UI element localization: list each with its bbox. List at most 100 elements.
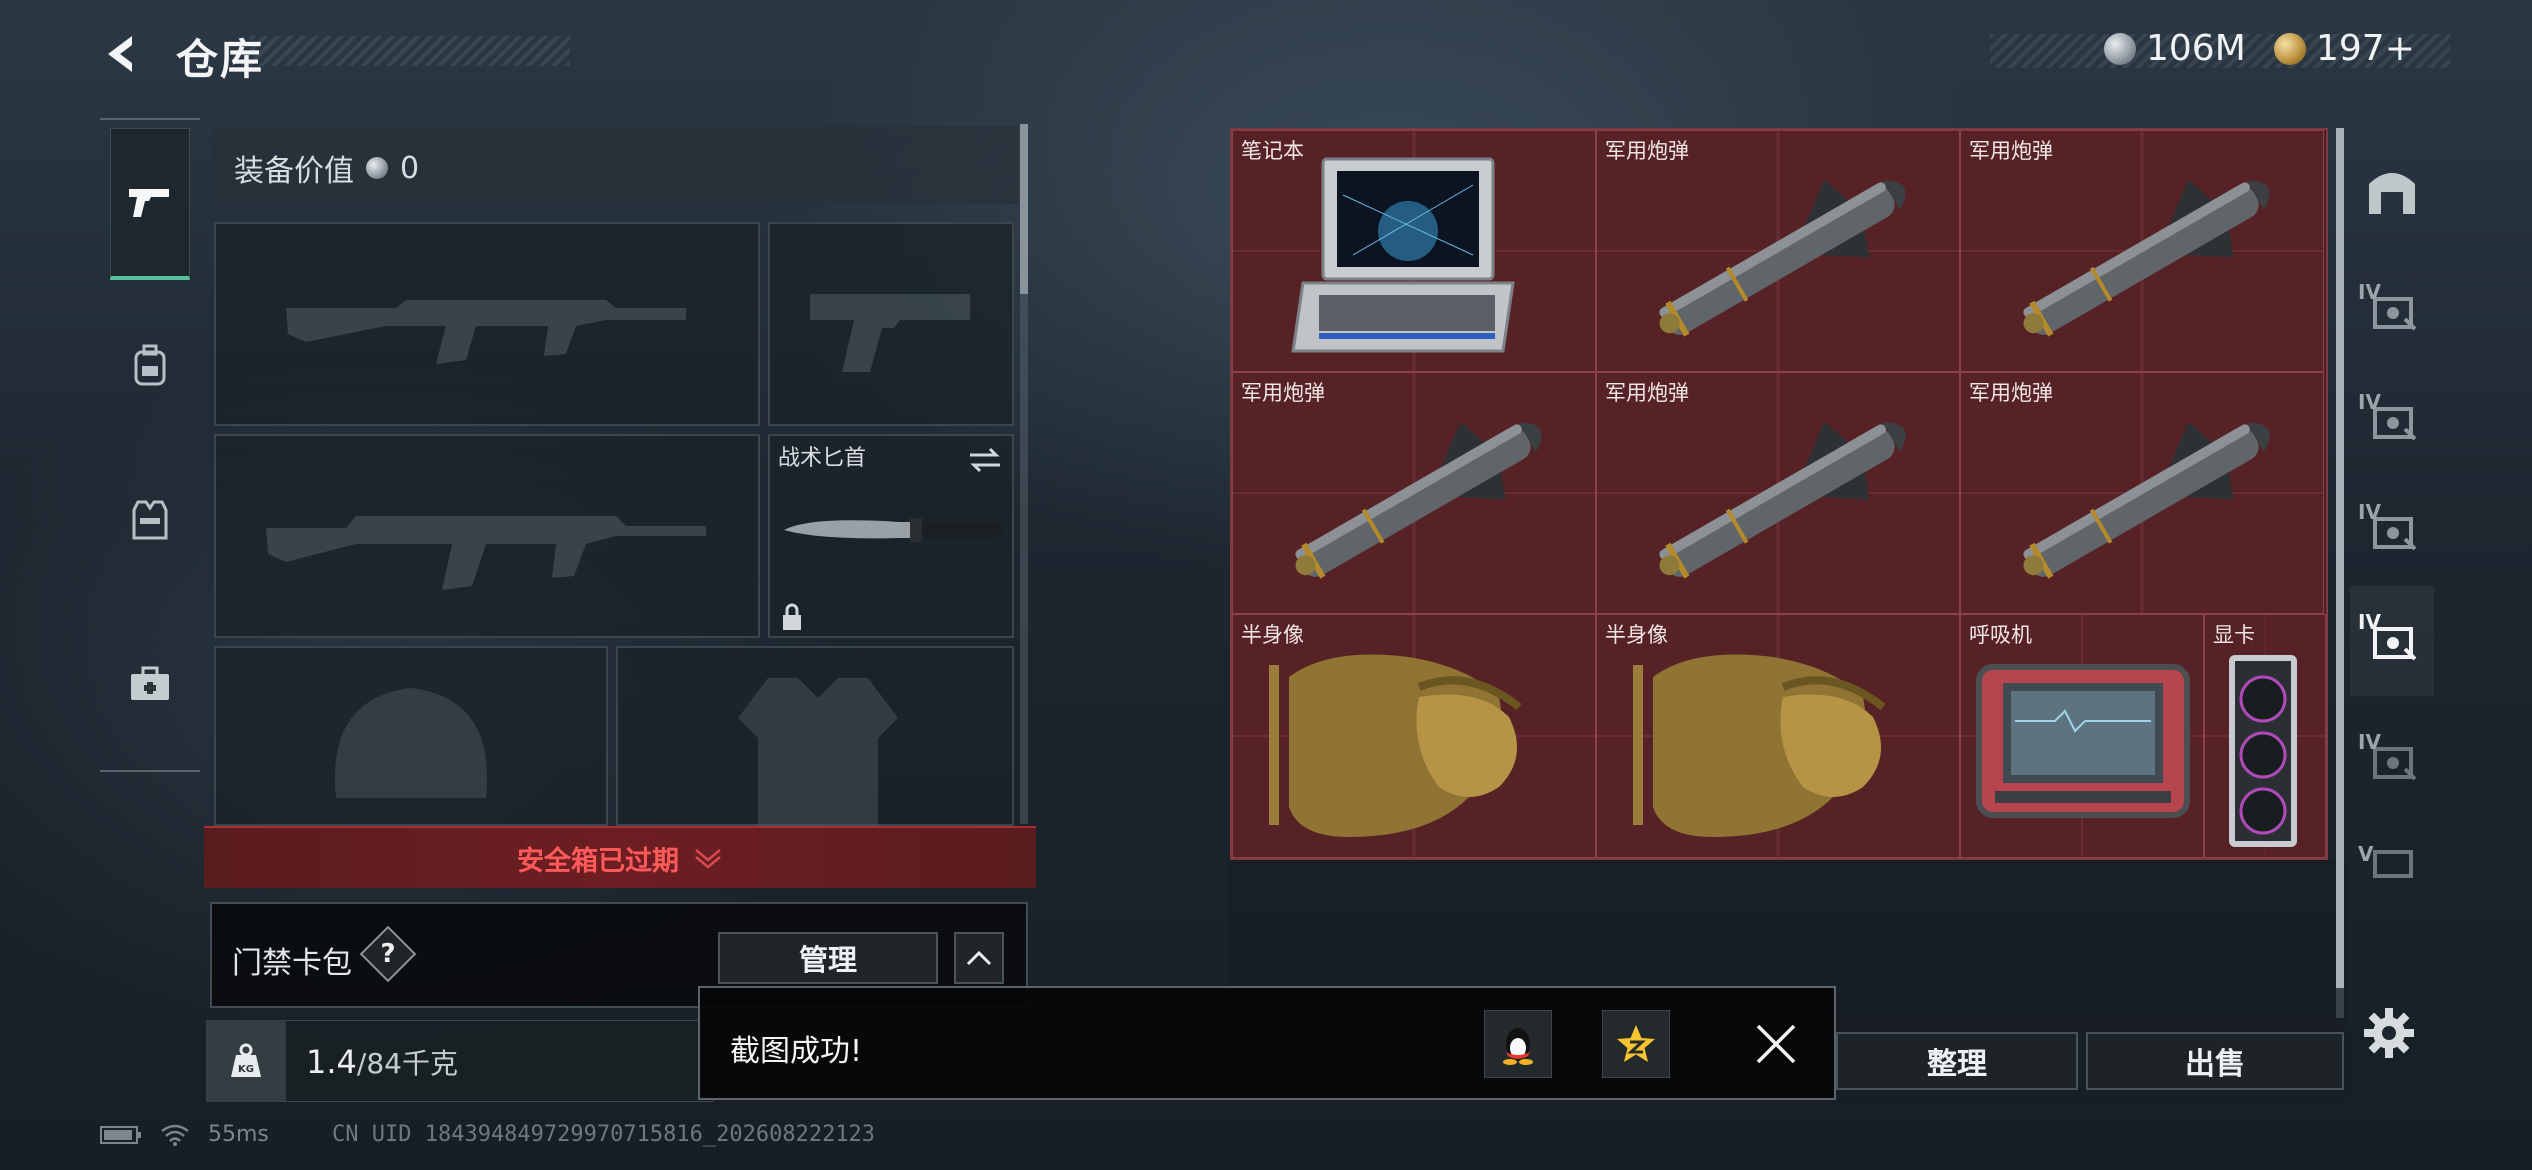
- missile-image: [1659, 179, 1906, 337]
- currency-silver-amount: 106M: [2146, 28, 2246, 69]
- close-icon[interactable]: [1748, 1016, 1804, 1072]
- stash-item-bust[interactable]: 半身像: [1232, 614, 1596, 858]
- category-slot-3[interactable]: IV: [2350, 476, 2434, 586]
- primary-weapon-slot[interactable]: [214, 222, 760, 426]
- currency-gold[interactable]: 197+: [2274, 28, 2415, 69]
- nav-divider-bottom: [100, 770, 200, 772]
- keycard-label: 门禁卡包: [232, 946, 352, 981]
- stash-grid: 笔记本 军用炮弹 军用炮弹 军用炮弹 军用炮弹 军用炮弹 半身像 半身像 呼吸机…: [1230, 128, 2328, 860]
- nav-medkit[interactable]: [112, 646, 188, 722]
- category-tag: IV: [2358, 610, 2381, 634]
- missile-image: [1295, 421, 1542, 579]
- category-slot-1[interactable]: IV: [2350, 256, 2434, 366]
- currency-gold-amount: 197+: [2316, 28, 2415, 69]
- knife-image: [784, 518, 1002, 542]
- weight-readout: 1.4/84千克: [306, 1042, 458, 1082]
- nav-weapons[interactable]: [110, 128, 190, 280]
- safe-box-banner[interactable]: 安全箱已过期: [204, 826, 1036, 888]
- bust-image: [1633, 654, 1886, 837]
- item-label: 显卡: [2213, 623, 2255, 647]
- category-tag: IV: [2358, 280, 2381, 304]
- missile-image: [1659, 421, 1906, 579]
- stash-item-shell[interactable]: 军用炮弹: [1960, 372, 2324, 614]
- category-slot-5[interactable]: IV: [2350, 706, 2434, 816]
- status-bar: 55ms: [100, 1122, 269, 1147]
- category-tag: V: [2358, 842, 2374, 866]
- stash-item-bust[interactable]: 半身像: [1596, 614, 1960, 858]
- ping-readout: 55ms: [208, 1122, 269, 1147]
- swap-arrows-icon[interactable]: [968, 446, 1002, 474]
- weight-capacity: /84千克: [356, 1047, 458, 1080]
- title-stripe: [250, 36, 570, 66]
- secondary-weapon-slot[interactable]: [214, 434, 760, 638]
- equip-value-label: 装备价值: [234, 154, 354, 189]
- sort-button[interactable]: 整理: [1836, 1032, 2078, 1090]
- medkit-case-icon: [131, 666, 169, 700]
- armor-slot[interactable]: [616, 646, 1014, 828]
- toast-message: 截图成功!: [730, 1034, 863, 1069]
- manage-button[interactable]: 管理: [718, 932, 938, 984]
- battery-icon: [100, 1125, 141, 1144]
- category-tag: IV: [2358, 730, 2381, 754]
- pistol-icon: [129, 188, 169, 217]
- item-label: 呼吸机: [1969, 623, 2032, 647]
- laptop-image: [1291, 157, 1515, 353]
- category-all[interactable]: [2350, 136, 2434, 246]
- qzone-star-icon: [1617, 1025, 1655, 1062]
- equip-value: 装备价值 0: [234, 146, 419, 190]
- stash-item-laptop[interactable]: 笔记本: [1232, 130, 1596, 372]
- qq-penguin-icon: [1503, 1028, 1533, 1065]
- armor-silhouette-icon: [738, 678, 898, 828]
- stash-item-shell[interactable]: 军用炮弹: [1960, 130, 2324, 372]
- weight-icon-label: KG: [238, 1064, 254, 1075]
- vest-icon: [132, 500, 168, 540]
- pistol-silhouette-icon: [810, 294, 970, 372]
- currency-silver[interactable]: 106M: [2104, 28, 2246, 69]
- help-icon[interactable]: ?: [368, 934, 408, 974]
- category-slot-6[interactable]: V: [2350, 818, 2434, 908]
- pistol-slot[interactable]: [768, 222, 1014, 426]
- silver-coin-icon: [366, 157, 388, 179]
- stash-item-shell[interactable]: 军用炮弹: [1596, 130, 1960, 372]
- stash-item-shell[interactable]: 军用炮弹: [1232, 372, 1596, 614]
- expand-button[interactable]: [954, 932, 1004, 984]
- gpu-image: [2229, 655, 2297, 847]
- equip-value-amount: 0: [400, 150, 420, 186]
- weight-icon-box: KG: [206, 1020, 286, 1102]
- category-slot-2[interactable]: IV: [2350, 366, 2434, 476]
- safe-box-status: 安全箱已过期: [517, 845, 679, 877]
- nav-backpack[interactable]: [112, 328, 188, 404]
- bust-image: [1269, 654, 1522, 837]
- left-nav: [100, 118, 200, 772]
- page-title: 仓库: [176, 35, 265, 84]
- nav-vest[interactable]: [112, 482, 188, 558]
- sell-button[interactable]: 出售: [2086, 1032, 2344, 1090]
- gear-icon[interactable]: [2362, 1006, 2416, 1060]
- rifle-silhouette-icon: [286, 300, 686, 364]
- weight-current: 1.4: [306, 1043, 357, 1081]
- stash-item-gpu[interactable]: 显卡: [2204, 614, 2326, 858]
- gold-triangle-coin-icon: [2274, 32, 2306, 65]
- chevron-down-icon: [695, 849, 721, 869]
- share-qzone-button[interactable]: [1602, 1010, 1670, 1078]
- stash-item-shell[interactable]: 军用炮弹: [1596, 372, 1960, 614]
- equip-scroll-thumb[interactable]: [1020, 124, 1028, 294]
- category-slot-4[interactable]: IV: [2350, 586, 2434, 696]
- chevron-up-icon: [966, 950, 992, 966]
- back-arrow-icon[interactable]: [98, 30, 146, 78]
- category-tag: IV: [2358, 500, 2381, 524]
- helmet-silhouette-icon: [334, 688, 488, 798]
- share-qq-button[interactable]: [1484, 1010, 1552, 1078]
- helmet-slot[interactable]: [214, 646, 608, 826]
- weight-icon: KG: [231, 1043, 261, 1077]
- stash-item-ventilator[interactable]: 呼吸机: [1960, 614, 2204, 858]
- knife-slot-label: 战术匕首: [778, 446, 867, 471]
- stash-category-bar: IV IV IV IV IV V: [2350, 128, 2434, 1018]
- stash-scroll-thumb[interactable]: [2336, 128, 2344, 988]
- silver-coin-icon: [2104, 32, 2136, 65]
- knife-slot[interactable]: 战术匕首: [768, 434, 1014, 638]
- category-tag: IV: [2358, 390, 2381, 414]
- backpack-icon: [134, 344, 166, 386]
- lock-icon: [783, 603, 801, 630]
- missile-image: [2023, 179, 2270, 337]
